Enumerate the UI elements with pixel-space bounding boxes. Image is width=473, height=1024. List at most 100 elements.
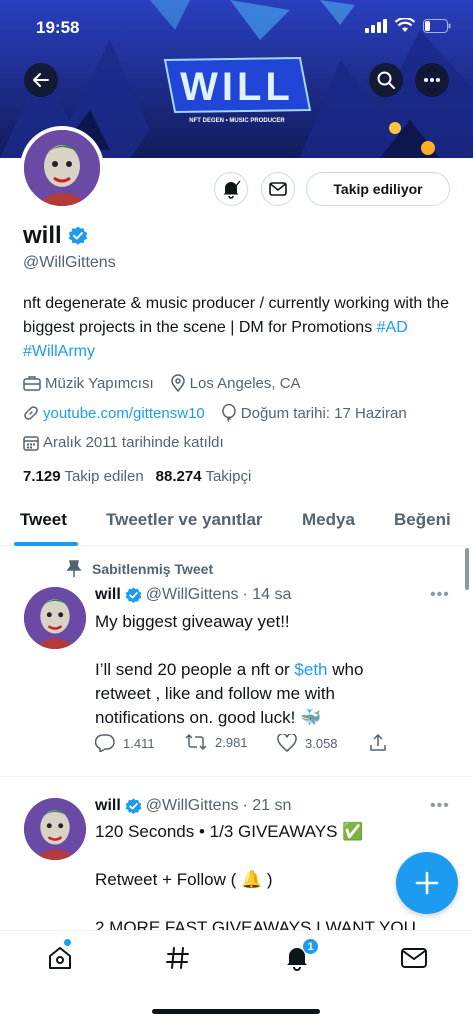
home-indicator (152, 1009, 320, 1014)
tweet-line: retweet , like and follow me with (95, 684, 335, 703)
tweet-text: 120 Seconds • 1/3 GIVEAWAYS ✅ Retweet + … (95, 820, 445, 940)
profile-location: Los Angeles, CA (170, 374, 301, 392)
hashtag-link[interactable]: #AD (377, 319, 408, 336)
tweet-author-name[interactable]: will (95, 797, 121, 815)
tweet-more-button[interactable]: ••• (430, 586, 450, 604)
birthday-label: Doğum tarihi: 17 Haziran (240, 404, 407, 422)
tab-tweets[interactable]: Tweet (20, 510, 67, 530)
nav-explore[interactable] (163, 943, 193, 973)
link-icon (24, 406, 38, 420)
tweet-author-name[interactable]: will (95, 586, 121, 604)
tweet-author-avatar[interactable] (24, 587, 86, 649)
back-button[interactable] (24, 63, 58, 97)
website-link[interactable]: youtube.com/gittensw10 (43, 405, 205, 422)
follow-counts: 7.129 Takip edilen 88.274 Takipçi (23, 468, 251, 485)
calendar-icon (23, 435, 39, 451)
followers-count: 88.274 (155, 468, 202, 485)
reply-button[interactable]: 1.411 (95, 734, 155, 752)
tweet-header: will @WillGittens · 14 sa (95, 586, 291, 604)
pinned-tweet-label: Sabitlenmiş Tweet (66, 560, 213, 578)
retweet-icon (185, 734, 207, 750)
arrow-left-icon (33, 73, 49, 87)
banner-tagline: NFT DEGEN • MUSIC PRODUCER (189, 118, 285, 124)
more-dots-icon (424, 78, 440, 82)
more-options-button[interactable] (415, 63, 449, 97)
tweet-line: I’ll send 20 people a nft or $eth who (95, 660, 364, 679)
ape-avatar-image (24, 798, 86, 860)
nav-home[interactable] (45, 943, 75, 973)
profile-website[interactable]: youtube.com/gittensw10 (23, 405, 205, 422)
briefcase-icon (23, 376, 41, 391)
scrollbar[interactable] (465, 548, 469, 590)
reply-icon (95, 734, 115, 752)
nav-messages[interactable] (399, 943, 429, 973)
profile-handle: @WillGittens (23, 254, 116, 271)
tab-tweets-and-replies[interactable]: Tweetler ve yanıtlar (106, 510, 263, 530)
joined-label: Aralık 2011 tarihinde katıldı (43, 434, 224, 451)
active-tab-indicator (14, 542, 78, 546)
location-label: Los Angeles, CA (189, 374, 301, 392)
verified-badge-icon (125, 797, 142, 814)
following-label: Takip edilen (64, 468, 144, 485)
ape-avatar-image (24, 587, 86, 649)
share-icon (370, 734, 386, 751)
profile-bio: nft degenerate & music producer / curren… (23, 292, 458, 364)
reply-count: 1.411 (123, 735, 155, 751)
hashtag-link[interactable]: #WillArmy (23, 343, 95, 360)
followers-count-link[interactable]: 88.274 Takipçi (156, 468, 252, 485)
profile-joined: Aralık 2011 tarihinde katıldı (23, 434, 224, 451)
search-button[interactable] (369, 63, 403, 97)
notification-badge: 1 (302, 938, 319, 955)
status-bar: 19:58 (0, 0, 473, 56)
profile-birthday: Doğum tarihi: 17 Haziran (221, 404, 407, 422)
following-button[interactable]: Takip ediliyor (306, 172, 450, 206)
notifications-toggle-button[interactable] (214, 172, 248, 206)
tweet-timestamp: · 21 sn (242, 797, 292, 814)
cellular-signal-icon (365, 18, 387, 33)
bell-check-icon (223, 180, 241, 199)
tab-likes[interactable]: Beğeni (394, 510, 451, 530)
retweet-count: 2.981 (215, 734, 248, 750)
home-new-dot (64, 939, 71, 946)
tweet-divider (0, 776, 473, 777)
pin-icon (66, 560, 82, 577)
profile-meta-row-3: Aralık 2011 tarihinde katıldı (23, 434, 224, 451)
pinned-label: Sabitlenmiş Tweet (92, 561, 214, 577)
verified-badge-icon (68, 226, 87, 245)
following-count: 7.129 (23, 468, 61, 485)
tweet-author-avatar[interactable] (24, 798, 86, 860)
heart-icon (277, 734, 297, 752)
wifi-icon (395, 18, 415, 32)
mail-icon (401, 948, 427, 968)
tweet-text: My biggest giveaway yet!! I’ll send 20 p… (95, 610, 445, 730)
status-icons (365, 18, 451, 33)
profile-name: will (23, 222, 62, 249)
profile-meta-row-1: Müzik Yapımcısı Los Angeles, CA (23, 374, 301, 392)
plus-icon (415, 871, 439, 895)
battery-icon (423, 18, 451, 33)
balloon-icon (222, 404, 236, 422)
like-count: 3.058 (305, 735, 338, 751)
cashtag-link[interactable]: $eth (294, 660, 327, 679)
profile-avatar[interactable] (20, 126, 104, 210)
mail-icon (269, 182, 287, 196)
profile-meta-row-2: youtube.com/gittensw10 Doğum tarihi: 17 … (23, 404, 407, 422)
ape-avatar-image (24, 130, 100, 206)
tweet-more-button[interactable]: ••• (430, 797, 450, 815)
compose-tweet-button[interactable] (396, 852, 458, 914)
following-count-link[interactable]: 7.129 Takip edilen (23, 468, 144, 485)
tweet-line: Retweet + Follow ( 🔔 ) (95, 870, 273, 889)
message-button[interactable] (261, 172, 295, 206)
tab-media[interactable]: Medya (302, 510, 355, 530)
tweet-timestamp: · 14 sa (242, 586, 292, 603)
retweet-button[interactable]: 2.981 (185, 734, 248, 750)
tweet-line: My biggest giveaway yet!! (95, 612, 290, 631)
share-button[interactable] (369, 734, 387, 752)
search-icon (377, 71, 395, 89)
tweet-author-handle[interactable]: @WillGittens (146, 586, 239, 604)
status-time: 19:58 (36, 18, 80, 37)
tweet-author-handle[interactable]: @WillGittens (146, 797, 239, 815)
tweet-actions: 1.411 2.981 3.058 (95, 734, 395, 756)
like-button[interactable]: 3.058 (277, 734, 338, 752)
banner-logo: WILL (180, 65, 294, 109)
